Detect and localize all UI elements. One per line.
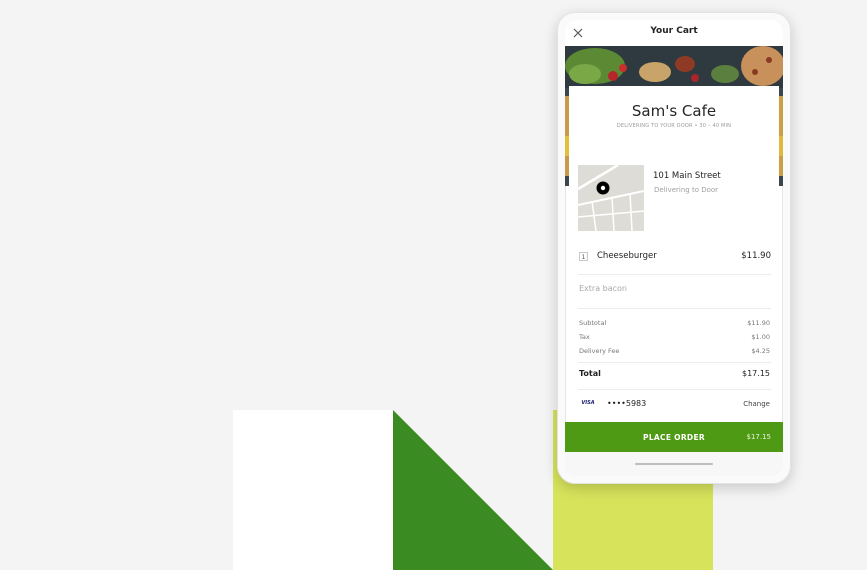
total-label: Total bbox=[579, 369, 601, 378]
store-name: Sam's Cafe bbox=[631, 102, 717, 120]
visa-card-icon: VISA bbox=[581, 400, 595, 406]
tax-label: Tax bbox=[579, 333, 590, 341]
subtotal-label: Subtotal bbox=[579, 319, 607, 327]
item-note: Extra bacon bbox=[579, 284, 628, 293]
white-square-decoration bbox=[233, 410, 393, 570]
home-indicator[interactable] bbox=[635, 463, 713, 465]
divider bbox=[578, 308, 771, 309]
green-triangle-decoration bbox=[393, 410, 553, 570]
divider bbox=[578, 362, 771, 363]
delivery-address: 101 Main Street bbox=[653, 171, 721, 181]
phone-screen: Your Cart Sam's Cafe DELIVERING TO YOUR … bbox=[565, 20, 783, 476]
card-number: ••••5983 bbox=[607, 399, 647, 408]
item-name: Cheeseburger bbox=[597, 251, 657, 261]
subtotal-value: $11.90 bbox=[747, 319, 770, 327]
phone-frame: Your Cart Sam's Cafe DELIVERING TO YOUR … bbox=[557, 12, 791, 484]
item-quantity[interactable]: 1 bbox=[579, 252, 588, 261]
change-payment-link[interactable]: Change bbox=[743, 400, 770, 408]
total-value: $17.15 bbox=[742, 369, 770, 378]
home-bar-area bbox=[565, 452, 783, 476]
delivery-fee-value: $4.25 bbox=[751, 347, 770, 355]
cart-title: Your Cart bbox=[650, 26, 698, 36]
delivery-map bbox=[578, 165, 644, 231]
place-order-button[interactable]: PLACE ORDER $17.15 bbox=[565, 422, 783, 452]
delivery-fee-label: Delivery Fee bbox=[579, 347, 620, 355]
cart-header: Your Cart bbox=[565, 20, 783, 46]
divider bbox=[578, 274, 771, 275]
place-order-price: $17.15 bbox=[746, 433, 772, 441]
item-price: $11.90 bbox=[741, 251, 771, 261]
tax-value: $1.00 bbox=[751, 333, 770, 341]
delivery-eta: DELIVERING TO YOUR DOOR • 30 – 40 MIN bbox=[616, 123, 732, 129]
divider bbox=[578, 389, 771, 390]
delivery-method: Delivering to Door bbox=[654, 186, 719, 194]
cart-card: Sam's Cafe DELIVERING TO YOUR DOOR • 30 … bbox=[569, 86, 779, 422]
